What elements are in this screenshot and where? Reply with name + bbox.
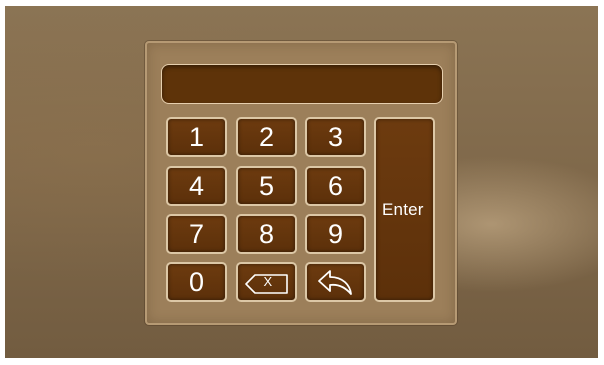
key-3-button[interactable]: 3 (305, 117, 366, 157)
key-0-button[interactable]: 0 (166, 262, 227, 302)
key-4-button[interactable]: 4 (166, 166, 227, 206)
key-7-label: 7 (188, 218, 205, 249)
backspace-glyph: X (263, 274, 273, 289)
key-2-label: 2 (258, 121, 275, 152)
code-display[interactable] (161, 64, 443, 104)
key-6-button[interactable]: 6 (305, 166, 366, 206)
key-1-button[interactable]: 1 (166, 117, 227, 157)
key-3-label: 3 (327, 121, 344, 152)
key-6-label: 6 (327, 170, 344, 201)
back-button[interactable] (305, 262, 366, 302)
key-8-button[interactable]: 8 (236, 214, 297, 254)
key-2-button[interactable]: 2 (236, 117, 297, 157)
key-9-label: 9 (327, 218, 344, 249)
key-0-label: 0 (188, 266, 205, 297)
key-9-button[interactable]: 9 (305, 214, 366, 254)
key-7-button[interactable]: 7 (166, 214, 227, 254)
key-4-label: 4 (188, 170, 205, 201)
key-8-label: 8 (258, 218, 275, 249)
backspace-icon: X (243, 271, 291, 294)
back-arrow-icon (316, 267, 356, 297)
backspace-button[interactable]: X (236, 262, 297, 302)
key-5-button[interactable]: 5 (236, 166, 297, 206)
key-1-label: 1 (188, 121, 205, 152)
key-5-label: 5 (258, 170, 275, 201)
enter-button[interactable]: Enter (374, 117, 435, 302)
enter-label: Enter (382, 199, 424, 219)
